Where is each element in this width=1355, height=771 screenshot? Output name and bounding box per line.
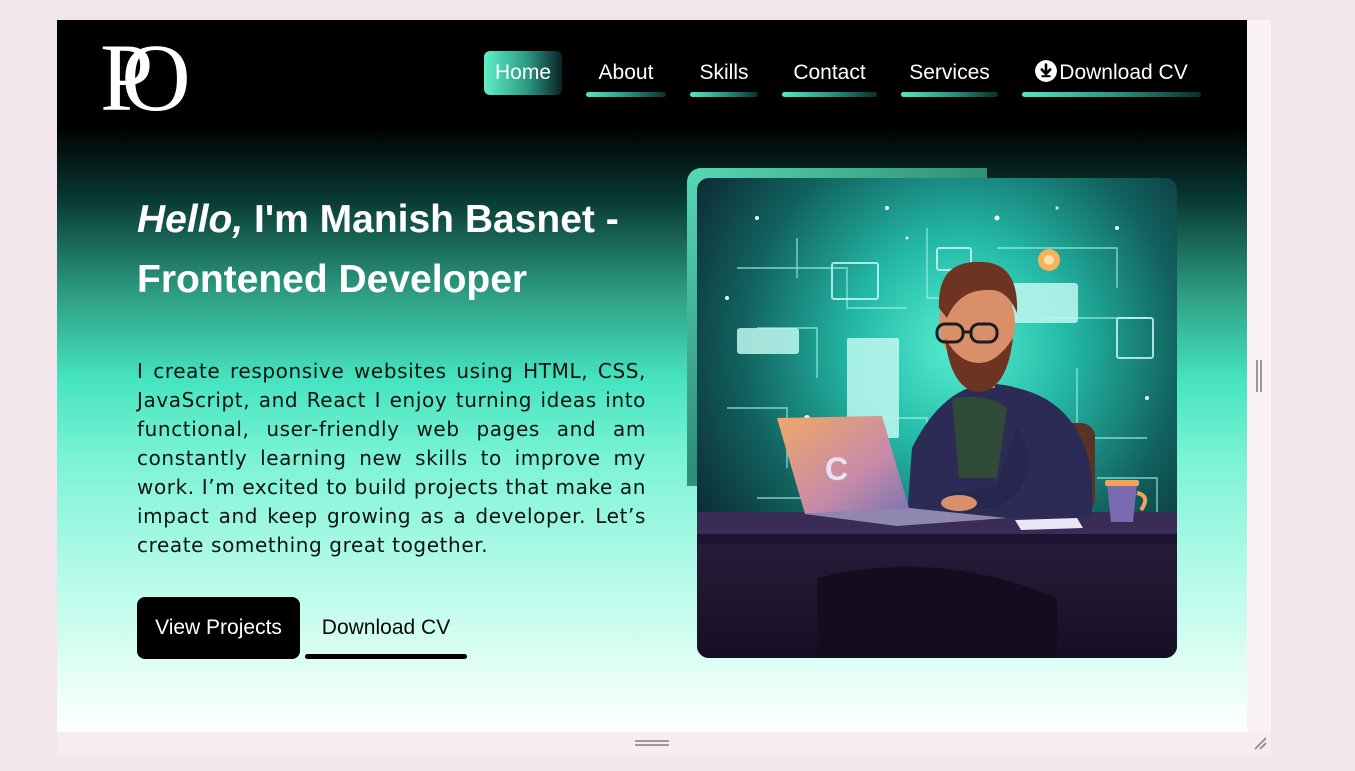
download-cv-label: Download CV [321, 616, 451, 639]
nav-home[interactable]: Home [484, 51, 562, 95]
nav-services[interactable]: Services [901, 51, 998, 97]
headline-role: Frontened Developer [137, 258, 528, 301]
logo[interactable]: PO [100, 36, 204, 118]
nav-services-label: Services [909, 61, 990, 84]
vertical-resize-grip[interactable] [1256, 360, 1262, 392]
hero-image-container: C [687, 168, 1177, 658]
view-projects-label: View Projects [155, 616, 282, 639]
nav-download-cv[interactable]: Download CV [1022, 51, 1201, 97]
headline-name: I'm Manish Basnet - [243, 198, 619, 241]
nav-contact-label: Contact [793, 61, 866, 84]
nav-underline [586, 92, 666, 97]
download-cv-button[interactable]: Download CV [305, 597, 467, 659]
nav-underline [690, 92, 758, 97]
download-cv-underline [305, 654, 467, 659]
nav-about[interactable]: About [586, 51, 666, 97]
horizontal-resize-grip[interactable] [635, 740, 669, 746]
nav-home-label: Home [494, 61, 552, 84]
nav-underline [1022, 92, 1201, 97]
portfolio-page: PO Home About Skills Contact Services Do… [57, 20, 1247, 732]
download-icon [1035, 60, 1058, 82]
browser-viewport: PO Home About Skills Contact Services Do… [57, 20, 1271, 756]
nav-underline [901, 92, 998, 97]
developer-illustration: C [697, 178, 1177, 658]
hero-headline: Hello, I'm Manish Basnet - Frontened Dev… [137, 190, 657, 310]
nav-about-label: About [598, 61, 654, 84]
hero-bio: I create responsive websites using HTML,… [137, 359, 646, 557]
nav-skills-label: Skills [699, 61, 749, 84]
hello-text: Hello, [137, 198, 244, 241]
svg-text:C: C [825, 451, 848, 487]
nav-underline [782, 92, 877, 97]
view-projects-button[interactable]: View Projects [137, 597, 300, 659]
nav-skills[interactable]: Skills [690, 51, 758, 97]
svg-text:PO: PO [100, 36, 187, 118]
nav-download-cv-label: Download CV [1059, 61, 1188, 84]
resize-corner-icon[interactable] [1252, 735, 1268, 751]
nav-contact[interactable]: Contact [782, 51, 877, 97]
